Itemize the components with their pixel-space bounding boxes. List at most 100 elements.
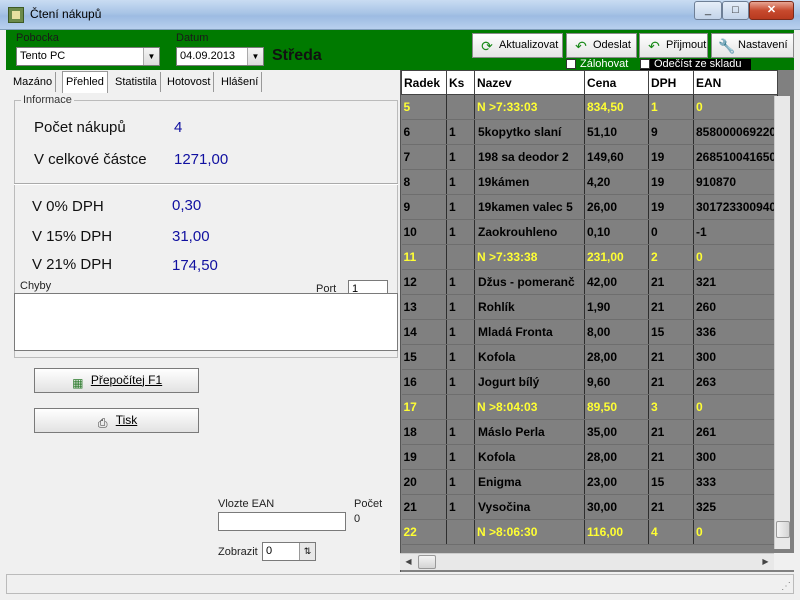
resize-grip-icon[interactable]: ⋰ [781, 581, 791, 592]
table-row[interactable]: 21 1 Vysočina 30,00 21 325 [401, 494, 779, 520]
cell-cena[interactable]: 8,00 [584, 319, 649, 345]
cell-dph[interactable]: 2 [648, 244, 694, 270]
table-row[interactable]: 10 1 Zaokrouhleno 0,10 0 -1 [401, 219, 779, 245]
cell-dph[interactable]: 21 [648, 344, 694, 370]
cell-ks[interactable]: 1 [446, 294, 475, 320]
cell-nazev[interactable]: N >8:06:30 [474, 519, 585, 545]
checkbox-box[interactable] [640, 59, 650, 69]
minimize-button[interactable]: _ [694, 1, 722, 20]
cell-cena[interactable]: 834,50 [584, 94, 649, 120]
cell-nazev[interactable]: Rohlík [474, 294, 585, 320]
cell-ks[interactable]: 1 [446, 169, 475, 195]
cell-dph[interactable]: 9 [648, 119, 694, 145]
cell-ean[interactable]: 0 [693, 519, 779, 545]
cell-dph[interactable]: 21 [648, 444, 694, 470]
cell-radek[interactable]: 18 [401, 419, 447, 445]
cell-ks[interactable]: 1 [446, 119, 475, 145]
cell-ean[interactable]: 0 [693, 94, 779, 120]
cell-radek[interactable]: 22 [401, 519, 447, 545]
chevron-down-icon[interactable]: ▼ [143, 48, 159, 65]
table-row[interactable]: 9 1 19kamen valec 5 26,00 19 301723300940 [401, 194, 779, 220]
print-button[interactable]: ⎙ Tisk [34, 408, 199, 433]
cell-ean[interactable]: 268510041650 [693, 144, 779, 170]
cell-radek[interactable]: 15 [401, 344, 447, 370]
table-row[interactable]: 13 1 Rohlík 1,90 21 260 [401, 294, 779, 320]
cell-ean[interactable]: 0 [693, 244, 779, 270]
vertical-scrollbar[interactable] [774, 96, 790, 549]
show-spinner[interactable]: 0 ⇅ [262, 542, 316, 561]
cell-cena[interactable]: 26,00 [584, 194, 649, 220]
cell-ks[interactable]: 1 [446, 444, 475, 470]
cell-nazev[interactable]: 5kopytko slaní [474, 119, 585, 145]
scrollbar-thumb[interactable] [418, 555, 436, 569]
cell-cena[interactable]: 28,00 [584, 344, 649, 370]
errors-textarea[interactable] [14, 293, 398, 351]
tab-hotovost[interactable]: Hotovost [164, 72, 215, 92]
close-button[interactable]: ✕ [749, 1, 794, 20]
scrollbar-thumb[interactable] [776, 521, 790, 538]
cell-nazev[interactable]: 19kámen [474, 169, 585, 195]
tab-mazano[interactable]: Mazáno [10, 72, 57, 92]
tab-hlaseni[interactable]: Hlášení [218, 72, 263, 92]
cell-dph[interactable]: 4 [648, 519, 694, 545]
cell-ks[interactable]: 1 [446, 319, 475, 345]
cell-nazev[interactable]: Enigma [474, 469, 585, 495]
cell-radek[interactable]: 13 [401, 294, 447, 320]
cell-dph[interactable]: 3 [648, 394, 694, 420]
cell-nazev[interactable]: Džus - pomeranč [474, 269, 585, 295]
cell-ean[interactable]: 300 [693, 344, 779, 370]
purchase-group-row[interactable]: 5 N >7:33:03 834,50 1 0 [401, 94, 779, 120]
cell-cena[interactable]: 4,20 [584, 169, 649, 195]
cell-ean[interactable]: 301723300940 [693, 194, 779, 220]
cell-dph[interactable]: 21 [648, 269, 694, 295]
cell-radek[interactable]: 14 [401, 319, 447, 345]
date-picker[interactable]: 04.09.2013 ▼ [176, 47, 264, 66]
recalculate-button[interactable]: ▦ Přepočítej F1 [34, 368, 199, 393]
cell-cena[interactable]: 23,00 [584, 469, 649, 495]
cell-cena[interactable]: 30,00 [584, 494, 649, 520]
cell-cena[interactable]: 35,00 [584, 419, 649, 445]
maximize-button[interactable]: □ [722, 1, 749, 20]
table-row[interactable]: 18 1 Máslo Perla 35,00 21 261 [401, 419, 779, 445]
checkbox-box[interactable] [566, 59, 576, 69]
cell-nazev[interactable]: Kofola [474, 344, 585, 370]
cell-nazev[interactable]: Vysočina [474, 494, 585, 520]
cell-dph[interactable]: 19 [648, 169, 694, 195]
column-header-ks[interactable]: Ks [446, 70, 475, 95]
scroll-right-icon[interactable]: ▶ [757, 554, 774, 570]
cell-ks[interactable]: 1 [446, 219, 475, 245]
deposit-checkbox[interactable]: Zálohovat [566, 59, 628, 70]
table-row[interactable]: 15 1 Kofola 28,00 21 300 [401, 344, 779, 370]
cell-radek[interactable]: 20 [401, 469, 447, 495]
chevron-down-icon[interactable]: ▼ [247, 48, 263, 65]
settings-button[interactable]: 🔧 Nastavení [711, 33, 794, 58]
table-row[interactable]: 16 1 Jogurt bílý 9,60 21 263 [401, 369, 779, 395]
cell-cena[interactable]: 1,90 [584, 294, 649, 320]
cell-ean[interactable]: 263 [693, 369, 779, 395]
cell-nazev[interactable]: 19kamen valec 5 [474, 194, 585, 220]
cell-nazev[interactable]: Jogurt bílý [474, 369, 585, 395]
cell-radek[interactable]: 21 [401, 494, 447, 520]
column-header-nazev[interactable]: Nazev [474, 70, 585, 95]
table-row[interactable]: 12 1 Džus - pomeranč 42,00 21 321 [401, 269, 779, 295]
cell-radek[interactable]: 11 [401, 244, 447, 270]
scroll-left-icon[interactable]: ◀ [400, 554, 417, 570]
cell-nazev[interactable]: N >7:33:03 [474, 94, 585, 120]
send-button[interactable]: ↶ Odeslat [566, 33, 637, 58]
cell-ks[interactable] [446, 519, 475, 545]
cell-cena[interactable]: 0,10 [584, 219, 649, 245]
cell-ean[interactable]: 0 [693, 394, 779, 420]
table-row[interactable]: 7 1 198 sa deodor 2 149,60 19 268510041650 [401, 144, 779, 170]
table-row[interactable]: 8 1 19kámen 4,20 19 910870 [401, 169, 779, 195]
cell-cena[interactable]: 149,60 [584, 144, 649, 170]
cell-ean[interactable]: 910870 [693, 169, 779, 195]
cell-radek[interactable]: 6 [401, 119, 447, 145]
cell-ks[interactable]: 1 [446, 144, 475, 170]
cell-radek[interactable]: 19 [401, 444, 447, 470]
cell-radek[interactable]: 17 [401, 394, 447, 420]
cell-radek[interactable]: 9 [401, 194, 447, 220]
cell-radek[interactable]: 10 [401, 219, 447, 245]
column-header-cena[interactable]: Cena [584, 70, 649, 95]
cell-cena[interactable]: 89,50 [584, 394, 649, 420]
branch-select[interactable]: Tento PC ▼ [16, 47, 160, 66]
